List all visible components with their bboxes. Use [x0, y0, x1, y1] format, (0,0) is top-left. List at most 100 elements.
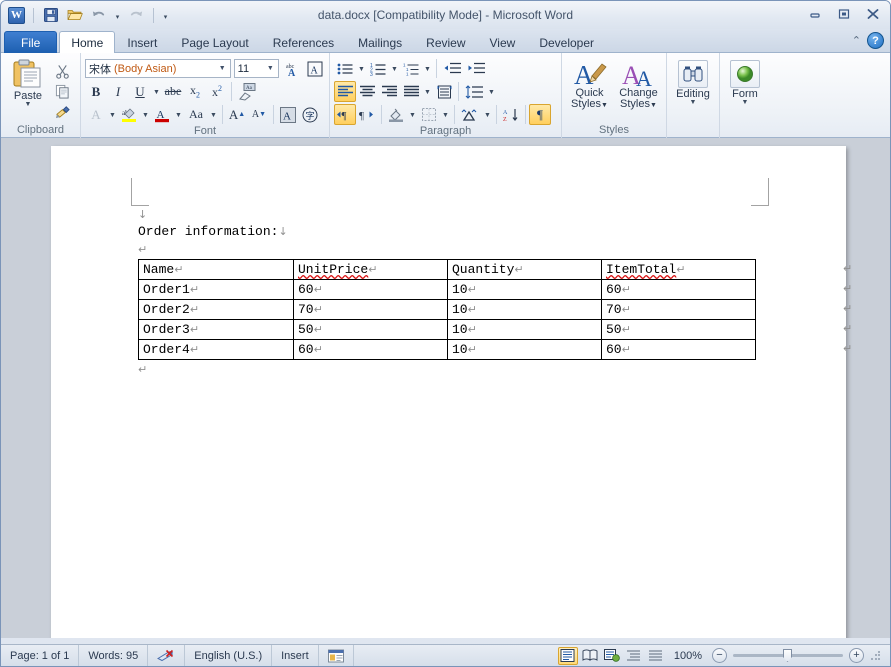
ltr-text-direction-icon[interactable]: ¶ [334, 104, 356, 125]
table-cell[interactable]: 10↵ [447, 339, 602, 360]
open-icon[interactable] [64, 5, 85, 25]
undo-icon[interactable] [88, 5, 109, 25]
enclose-characters-icon[interactable]: 字 [299, 104, 321, 125]
font-size-input[interactable]: 11 ▼ [233, 59, 279, 78]
status-words[interactable]: Words: 95 [79, 644, 149, 666]
character-border-icon[interactable]: A [304, 58, 325, 79]
font-color-icon[interactable]: A [151, 104, 173, 125]
change-styles-button[interactable]: A A Change Styles▼ [615, 56, 662, 124]
text-effects-dropdown-icon[interactable]: ▼ [107, 104, 118, 125]
table-cell[interactable]: 50↵ [601, 319, 756, 340]
table-cell[interactable]: 70↵ [293, 299, 448, 320]
table-cell[interactable]: 50↵ [293, 319, 448, 340]
table-cell[interactable]: 60↵ [601, 279, 756, 300]
table-cell[interactable]: 60↵ [601, 339, 756, 360]
align-left-icon[interactable] [334, 81, 356, 102]
distributed-icon[interactable] [433, 81, 455, 102]
close-button[interactable] [860, 5, 886, 23]
zoom-in-button[interactable]: + [849, 648, 864, 663]
resize-grip[interactable] [870, 649, 882, 662]
view-print-layout-icon[interactable] [557, 646, 578, 665]
strikethrough-icon[interactable]: abe [162, 81, 184, 102]
zoom-out-button[interactable]: − [712, 648, 727, 663]
tab-view[interactable]: View [478, 31, 528, 53]
undo-dropdown-icon[interactable]: ▾ [112, 5, 123, 26]
table-row[interactable]: Order4↵ 60↵ 10↵ 60↵ [138, 339, 756, 360]
tab-file[interactable]: File [4, 31, 58, 53]
numbering-icon[interactable]: 123 [367, 58, 389, 79]
phonetic-guide-icon[interactable]: A [277, 104, 299, 125]
clear-formatting-icon[interactable]: Aa [235, 81, 261, 102]
subscript-icon[interactable]: x2 [184, 81, 206, 102]
table-cell[interactable]: 60↵ [293, 339, 448, 360]
shading-dropdown-icon[interactable]: ▼ [407, 104, 418, 125]
asian-layout-icon[interactable] [458, 104, 482, 125]
table-cell[interactable]: Order4↵ [138, 339, 294, 360]
table-cell[interactable]: 70↵ [601, 299, 756, 320]
borders-dropdown-icon[interactable]: ▼ [440, 104, 451, 125]
multilevel-list-dropdown-icon[interactable]: ▼ [422, 58, 433, 79]
change-case-dropdown-icon[interactable]: ▼ [208, 104, 219, 125]
multilevel-list-icon[interactable]: 111 [400, 58, 422, 79]
table-cell[interactable]: 10↵ [447, 279, 602, 300]
minimize-ribbon-icon[interactable]: ⌃ [852, 34, 861, 47]
table-header-row[interactable]: Name↵ UnitPrice↵ Quantity↵ ItemTotal↵ [138, 259, 756, 280]
text-highlight-color-icon[interactable]: ab [118, 104, 140, 125]
proofing-errors-icon[interactable] [148, 644, 186, 666]
table-cell[interactable]: Order2↵ [138, 299, 294, 320]
zoom-level-label[interactable]: 100% [668, 650, 710, 662]
word-app-icon[interactable]: W [6, 5, 27, 25]
table-row[interactable]: Order1↵ 60↵ 10↵ 60↵ [138, 279, 756, 300]
form-button[interactable]: Form ▼ [724, 56, 766, 124]
editing-button[interactable]: Editing ▼ [671, 56, 715, 124]
font-color-dropdown-icon[interactable]: ▼ [173, 104, 184, 125]
rtl-text-direction-icon[interactable]: ¶ [356, 104, 378, 125]
numbering-dropdown-icon[interactable]: ▼ [389, 58, 400, 79]
quick-styles-button[interactable]: A Quick Styles▼ [566, 56, 613, 124]
tab-review[interactable]: Review [414, 31, 477, 53]
align-right-icon[interactable] [378, 81, 400, 102]
show-formatting-marks-icon[interactable]: ¶ [529, 104, 551, 125]
document-page[interactable]: ↓ Order information:↓ ↵ Name↵ UnitPrice↵… [51, 146, 852, 638]
underline-icon[interactable]: U [129, 81, 151, 102]
paste-dropdown-icon[interactable]: ▼ [25, 101, 32, 108]
tab-references[interactable]: References [261, 31, 346, 53]
document-workspace[interactable]: ↓ Order information:↓ ↵ Name↵ UnitPrice↵… [1, 138, 890, 638]
document-heading[interactable]: Order information:↓ [138, 221, 778, 243]
italic-icon[interactable]: I [107, 81, 129, 102]
status-insert-mode[interactable]: Insert [272, 644, 319, 666]
font-name-input[interactable]: 宋体 (Body Asian) ▼ [85, 59, 231, 78]
table-cell[interactable]: Order3↵ [138, 319, 294, 340]
maximize-button[interactable] [831, 5, 857, 23]
tab-insert[interactable]: Insert [115, 31, 169, 53]
view-web-layout-icon[interactable] [602, 647, 622, 665]
bullets-dropdown-icon[interactable]: ▼ [356, 58, 367, 79]
sort-icon[interactable]: A Z [500, 104, 522, 125]
shading-icon[interactable] [385, 104, 407, 125]
tab-page-layout[interactable]: Page Layout [169, 31, 260, 53]
table-cell-header-itemtotal[interactable]: ItemTotal↵ [601, 259, 756, 280]
tab-mailings[interactable]: Mailings [346, 31, 414, 53]
table-cell[interactable]: 10↵ [447, 319, 602, 340]
table-row[interactable]: Order3↵ 50↵ 10↵ 50↵ [138, 319, 756, 340]
change-styles-dropdown-icon[interactable]: ▼ [650, 102, 657, 109]
align-center-icon[interactable] [356, 81, 378, 102]
justify-dropdown-icon[interactable]: ▼ [422, 81, 433, 102]
format-painter-icon[interactable] [51, 102, 73, 121]
view-outline-icon[interactable] [624, 647, 644, 665]
underline-dropdown-icon[interactable]: ▼ [151, 81, 162, 102]
editing-dropdown-icon[interactable]: ▼ [690, 99, 697, 106]
bullets-icon[interactable] [334, 58, 356, 79]
table-cell[interactable]: 60↵ [293, 279, 448, 300]
asian-layout-dropdown-icon[interactable]: ▼ [482, 104, 493, 125]
quick-styles-dropdown-icon[interactable]: ▼ [601, 102, 608, 109]
copy-icon[interactable] [51, 82, 73, 101]
borders-icon[interactable] [418, 104, 440, 125]
shrink-font-size-icon[interactable]: A ▼ [248, 104, 270, 125]
form-dropdown-icon[interactable]: ▼ [742, 99, 749, 106]
zoom-slider[interactable] [733, 648, 843, 663]
line-spacing-icon[interactable] [462, 81, 486, 102]
status-page[interactable]: Page: 1 of 1 [1, 644, 80, 666]
view-full-screen-reading-icon[interactable] [580, 647, 600, 665]
tab-developer[interactable]: Developer [527, 31, 606, 53]
